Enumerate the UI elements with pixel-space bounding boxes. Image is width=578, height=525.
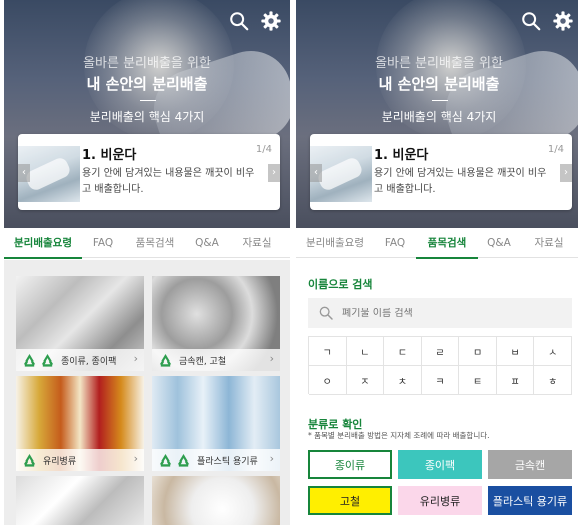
tab-library[interactable]: 자료실 bbox=[520, 228, 578, 258]
chevron-right-icon: › bbox=[269, 452, 274, 465]
category-button-plastic[interactable]: 플라스틱 용기류 bbox=[488, 486, 572, 515]
chevron-left-icon[interactable]: ‹ bbox=[310, 164, 322, 182]
tile-label: 종이류, 종이팩 bbox=[61, 356, 117, 367]
search-icon bbox=[319, 306, 333, 320]
category-button-can[interactable]: 금속캔 bbox=[488, 450, 572, 479]
item-search-panel: 이름으로 검색 ㄱ ㄴ ㄷ ㄹ ㅁ ㅂ ㅅ ㅇ ㅈ ㅊ ㅋ ㅌ ㅍ ㅎ 분류로 … bbox=[296, 260, 578, 525]
recycle-icon bbox=[177, 453, 190, 467]
slide-title: 1. 비운다 bbox=[82, 148, 137, 163]
consonant-button[interactable]: ㅅ bbox=[534, 337, 572, 366]
consonant-button[interactable]: ㅊ bbox=[384, 366, 422, 395]
consonant-index-grid: ㄱ ㄴ ㄷ ㄹ ㅁ ㅂ ㅅ ㅇ ㅈ ㅊ ㅋ ㅌ ㅍ ㅎ bbox=[308, 336, 572, 395]
tab-bar: 분리배출요령 FAQ 품목검색 Q&A 자료실 bbox=[4, 228, 290, 259]
consonant-button[interactable]: ㅍ bbox=[496, 366, 535, 395]
hero-title: 내 손안의 분리배출 bbox=[86, 75, 208, 93]
hero-banner: 올바른 분리배출을 위한 내 손안의 분리배출 분리배출의 핵심 4가지 1. … bbox=[4, 0, 290, 228]
search-icon[interactable] bbox=[520, 10, 542, 32]
recycle-icon bbox=[23, 453, 36, 467]
category-grid: 종이류, 종이팩 › 금속캔, 고철 › 유리병류 › 플라스틱 용기류 › bbox=[4, 260, 290, 525]
slide-counter: 1/4 bbox=[255, 144, 272, 155]
category-button-paperpack[interactable]: 종이팩 bbox=[398, 450, 482, 479]
right-screen: 올바른 분리배출을 위한 내 손안의 분리배출 분리배출의 핵심 4가지 1. … bbox=[296, 0, 578, 525]
category-button-glass[interactable]: 유리병류 bbox=[398, 486, 482, 515]
hero-core-text: 분리배출의 핵심 4가지 bbox=[381, 110, 497, 124]
hero-core-text: 분리배출의 핵심 4가지 bbox=[89, 110, 205, 124]
tile-label: 플라스틱 용기류 bbox=[197, 456, 258, 467]
consonant-button[interactable]: ㄹ bbox=[421, 337, 460, 366]
chevron-right-icon: › bbox=[133, 452, 138, 465]
chevron-right-icon[interactable]: › bbox=[268, 164, 280, 182]
chevron-right-icon: › bbox=[133, 352, 138, 365]
category-tile-paper[interactable]: 종이류, 종이팩 › bbox=[16, 276, 144, 371]
consonant-button[interactable]: ㅂ bbox=[496, 337, 535, 366]
tab-item-search[interactable]: 품목검색 bbox=[124, 228, 186, 258]
search-icon[interactable] bbox=[228, 10, 250, 32]
category-button-scrap-metal[interactable]: 고철 bbox=[308, 486, 392, 515]
consonant-button[interactable]: ㅇ bbox=[309, 366, 347, 395]
consonant-button[interactable]: ㅌ bbox=[459, 366, 497, 395]
tile-caption: 유리병류 › bbox=[16, 449, 144, 471]
hero-toolbar bbox=[228, 10, 282, 32]
consonant-button[interactable]: ㅈ bbox=[346, 366, 385, 395]
tab-qna[interactable]: Q&A bbox=[478, 228, 520, 258]
recycle-icon bbox=[159, 353, 172, 367]
slide-counter: 1/4 bbox=[547, 144, 564, 155]
chevron-left-icon[interactable]: ‹ bbox=[18, 164, 30, 182]
consonant-button[interactable]: ㅁ bbox=[459, 337, 497, 366]
tile-caption: 금속캔, 고철 › bbox=[152, 349, 280, 371]
slide-title: 1. 비운다 bbox=[374, 148, 429, 163]
tab-library[interactable]: 자료실 bbox=[228, 228, 286, 258]
tip-slide-card[interactable]: 1. 비운다 1/4 용기 안에 담겨있는 내용물은 깨끗이 비우고 배출합니다… bbox=[18, 134, 280, 210]
search-by-name-heading: 이름으로 검색 bbox=[308, 278, 373, 291]
slide-description: 용기 안에 담겨있는 내용물은 깨끗이 비우고 배출합니다. bbox=[374, 168, 547, 195]
hero-divider bbox=[432, 100, 448, 101]
left-screen: 올바른 분리배출을 위한 내 손안의 분리배출 분리배출의 핵심 4가지 1. … bbox=[4, 0, 290, 525]
category-tile-styrofoam[interactable] bbox=[152, 476, 280, 525]
consonant-button[interactable]: ㅎ bbox=[534, 366, 572, 395]
tab-guide[interactable]: 분리배출요령 bbox=[296, 228, 374, 258]
search-field[interactable] bbox=[308, 298, 572, 328]
search-input[interactable] bbox=[342, 307, 542, 319]
recycle-icon bbox=[159, 453, 172, 467]
consonant-button[interactable]: ㄴ bbox=[346, 337, 385, 366]
tile-caption: 플라스틱 용기류 › bbox=[152, 449, 280, 471]
chevron-right-icon[interactable]: › bbox=[560, 164, 572, 182]
tab-qna[interactable]: Q&A bbox=[186, 228, 228, 258]
chevron-right-icon: › bbox=[269, 352, 274, 365]
category-button-paper[interactable]: 종이류 bbox=[308, 450, 392, 479]
hero-subtitle: 올바른 분리배출을 위한 bbox=[375, 56, 503, 71]
tip-slide-card[interactable]: 1. 비운다 1/4 용기 안에 담겨있는 내용물은 깨끗이 비우고 배출합니다… bbox=[310, 134, 572, 210]
consonant-button[interactable]: ㄱ bbox=[309, 337, 347, 366]
category-tile-glass[interactable]: 유리병류 › bbox=[16, 376, 144, 471]
category-tile-plastic[interactable]: 플라스틱 용기류 › bbox=[152, 376, 280, 471]
gear-icon[interactable] bbox=[552, 10, 574, 32]
hero-subtitle: 올바른 분리배출을 위한 bbox=[83, 56, 211, 71]
tab-guide[interactable]: 분리배출요령 bbox=[4, 228, 82, 259]
category-tile-metal[interactable]: 금속캔, 고철 › bbox=[152, 276, 280, 371]
tab-bar: 분리배출요령 FAQ 품목검색 Q&A 자료실 bbox=[296, 228, 578, 259]
slide-description: 용기 안에 담겨있는 내용물은 깨끗이 비우고 배출합니다. bbox=[82, 168, 255, 195]
recycle-icon bbox=[23, 353, 36, 367]
category-tile-vinyl[interactable] bbox=[16, 476, 144, 525]
hero-banner: 올바른 분리배출을 위한 내 손안의 분리배출 분리배출의 핵심 4가지 1. … bbox=[296, 0, 578, 228]
tile-caption: 종이류, 종이팩 › bbox=[16, 349, 144, 371]
tile-label: 금속캔, 고철 bbox=[179, 356, 227, 367]
gear-icon[interactable] bbox=[260, 10, 282, 32]
consonant-button[interactable]: ㅋ bbox=[421, 366, 460, 395]
tab-faq[interactable]: FAQ bbox=[374, 228, 416, 258]
recycle-icon bbox=[41, 353, 54, 367]
hero-divider bbox=[140, 100, 156, 101]
classify-note: * 품목별 분리배출 방법은 지자체 조례에 따라 배출합니다. bbox=[308, 431, 490, 440]
consonant-button[interactable]: ㄷ bbox=[384, 337, 422, 366]
tab-faq[interactable]: FAQ bbox=[82, 228, 124, 258]
hero-toolbar bbox=[520, 10, 574, 32]
tile-label: 유리병류 bbox=[43, 456, 77, 467]
hero-title: 내 손안의 분리배출 bbox=[378, 75, 500, 93]
tab-item-search[interactable]: 품목검색 bbox=[416, 228, 478, 259]
